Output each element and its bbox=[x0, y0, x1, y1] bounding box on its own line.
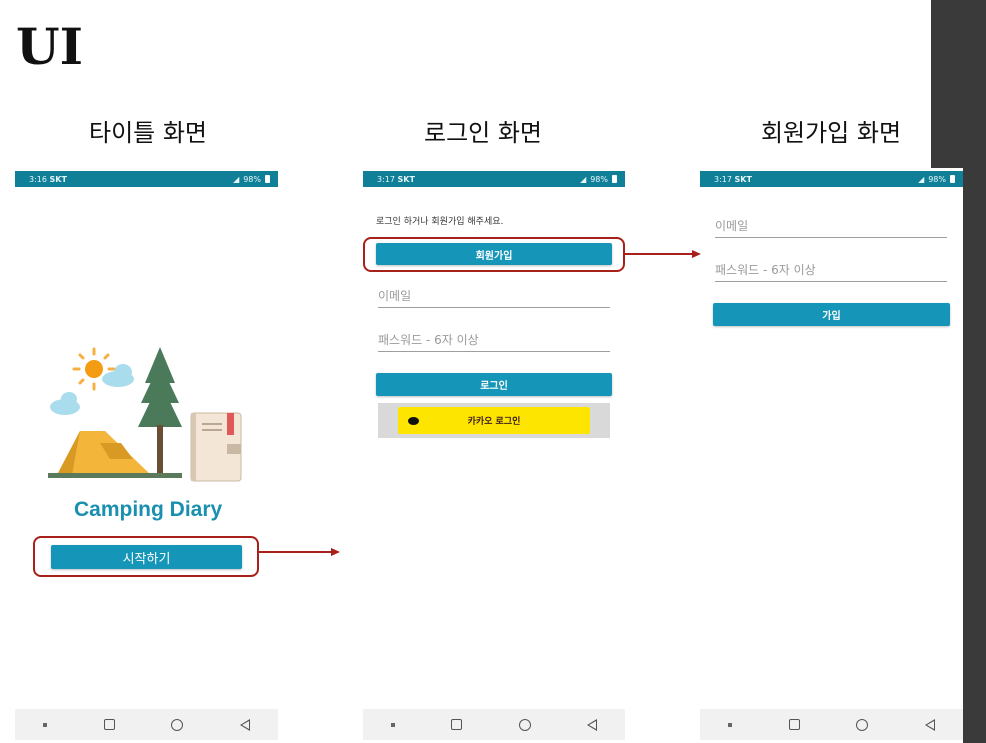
arrow-to-signup bbox=[625, 253, 692, 255]
arrow-head-icon bbox=[331, 548, 340, 556]
kakao-chat-icon bbox=[408, 417, 419, 425]
status-carrier: SKT bbox=[397, 174, 415, 184]
password-placeholder: 패스워드 - 6자 이상 bbox=[378, 333, 479, 347]
battery-text: 98% bbox=[243, 174, 261, 184]
login-button[interactable]: 로그인 bbox=[376, 373, 612, 396]
back-icon[interactable] bbox=[239, 718, 250, 731]
status-time: 3:16 bbox=[29, 174, 47, 184]
battery-icon bbox=[612, 175, 617, 183]
battery-text: 98% bbox=[928, 174, 946, 184]
start-button-highlight bbox=[33, 536, 259, 577]
phone-signup-screen: 3:17 SKT ◢ 98% 이메일 패스워드 - 6자 이상 가입 bbox=[700, 171, 963, 740]
nav-bar bbox=[363, 709, 625, 740]
overview-icon[interactable] bbox=[103, 719, 115, 730]
battery-text: 98% bbox=[590, 174, 608, 184]
recents-icon[interactable] bbox=[728, 722, 733, 727]
join-button[interactable]: 가입 bbox=[713, 303, 950, 326]
password-field[interactable]: 패스워드 - 6자 이상 bbox=[715, 257, 947, 282]
kakao-login-button[interactable]: 카카오 로그인 bbox=[398, 407, 590, 434]
signal-icon: ◢ bbox=[580, 174, 587, 184]
app-title: Camping Diary bbox=[74, 498, 223, 521]
caption-login-screen: 로그인 화면 bbox=[423, 119, 543, 147]
status-time: 3:17 bbox=[377, 174, 395, 184]
signal-icon: ◢ bbox=[233, 174, 240, 184]
back-icon[interactable] bbox=[586, 718, 597, 731]
phone-title-screen: 3:16 SKT ◢ 98% Camping Diary 시작하기 bbox=[15, 171, 278, 740]
slide-title: UI bbox=[16, 17, 83, 76]
login-hint: 로그인 하거나 회원가입 해주세요. bbox=[376, 217, 504, 227]
email-placeholder: 이메일 bbox=[378, 289, 412, 303]
camping-illustration-icon bbox=[48, 347, 242, 482]
battery-icon bbox=[265, 175, 270, 183]
status-carrier: SKT bbox=[49, 174, 67, 184]
recents-icon[interactable] bbox=[43, 722, 48, 727]
home-icon[interactable] bbox=[171, 718, 184, 731]
email-field[interactable]: 이메일 bbox=[715, 213, 947, 238]
kakao-login-container: 카카오 로그인 bbox=[378, 403, 610, 438]
email-placeholder: 이메일 bbox=[715, 219, 749, 233]
overview-icon[interactable] bbox=[788, 719, 800, 730]
home-icon[interactable] bbox=[856, 718, 869, 731]
password-placeholder: 패스워드 - 6자 이상 bbox=[715, 263, 816, 277]
caption-title-screen: 타이틀 화면 bbox=[88, 119, 208, 147]
status-bar: 3:16 SKT ◢ 98% bbox=[15, 171, 278, 187]
back-icon[interactable] bbox=[924, 718, 935, 731]
signal-icon: ◢ bbox=[918, 174, 925, 184]
email-field[interactable]: 이메일 bbox=[378, 283, 610, 308]
home-icon[interactable] bbox=[518, 718, 531, 731]
status-time: 3:17 bbox=[714, 174, 732, 184]
nav-bar bbox=[15, 709, 278, 740]
status-carrier: SKT bbox=[734, 174, 752, 184]
caption-signup-screen: 회원가입 화면 bbox=[760, 119, 902, 147]
status-bar: 3:17 SKT ◢ 98% bbox=[363, 171, 625, 187]
nav-bar bbox=[700, 709, 963, 740]
kakao-login-label: 카카오 로그인 bbox=[467, 417, 521, 427]
signup-button-highlight bbox=[363, 237, 625, 272]
overview-icon[interactable] bbox=[451, 719, 463, 730]
status-bar: 3:17 SKT ◢ 98% bbox=[700, 171, 963, 187]
password-field[interactable]: 패스워드 - 6자 이상 bbox=[378, 327, 610, 352]
arrow-head-icon bbox=[692, 250, 701, 258]
battery-icon bbox=[950, 175, 955, 183]
recents-icon[interactable] bbox=[391, 722, 396, 727]
arrow-to-login bbox=[259, 551, 331, 553]
